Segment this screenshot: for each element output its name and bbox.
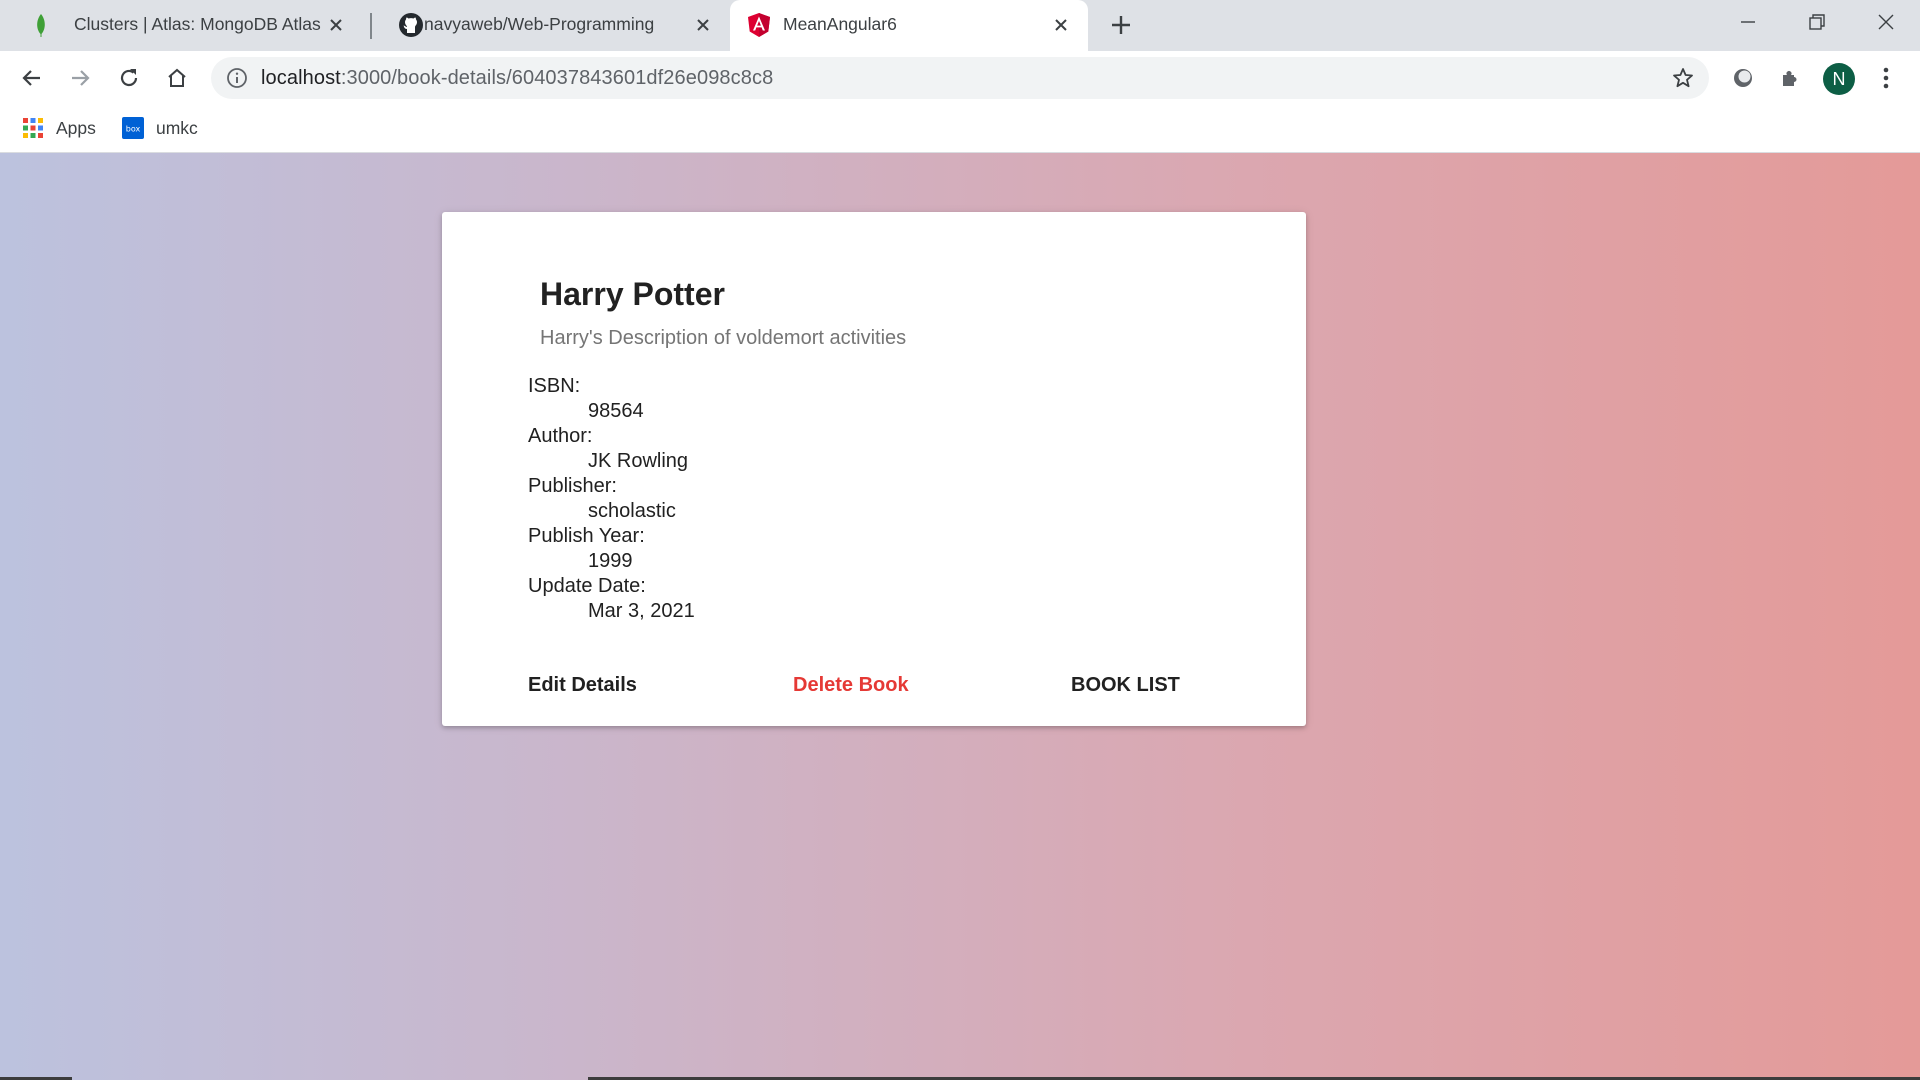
page-background: Harry Potter Harry's Description of vold… — [0, 153, 1920, 1080]
book-title: Harry Potter — [540, 276, 725, 312]
new-tab-button[interactable] — [1106, 10, 1136, 40]
edit-details-button[interactable]: Edit Details — [528, 674, 637, 697]
close-window-button[interactable] — [1851, 0, 1920, 44]
menu-icon[interactable] — [1872, 64, 1900, 92]
publisher-label: Publisher: — [528, 475, 617, 497]
url-host: localhost — [261, 67, 341, 89]
minimize-button[interactable] — [1713, 0, 1783, 44]
publish-year-label: Publish Year: — [528, 525, 645, 547]
apps-grid-icon — [22, 117, 44, 139]
book-details-card: Harry Potter Harry's Description of vold… — [442, 212, 1306, 726]
svg-text:box: box — [126, 125, 141, 134]
url-text: localhost:3000/book-details/604037843601… — [261, 67, 773, 90]
publish-year-value: 1999 — [588, 550, 633, 572]
author-label: Author: — [528, 425, 593, 447]
restore-button[interactable] — [1782, 0, 1852, 44]
box-icon: box — [122, 117, 144, 139]
tab-title: MeanAngular6 — [783, 14, 897, 34]
address-bar[interactable]: localhost:3000/book-details/604037843601… — [211, 57, 1709, 99]
reload-button[interactable] — [112, 61, 146, 95]
bookmarks-bar: Apps box umkc — [0, 105, 1920, 153]
tab-github[interactable]: navyaweb/Web-Programming — [378, 0, 730, 51]
forward-button[interactable] — [63, 61, 97, 95]
publisher-value: scholastic — [588, 500, 676, 522]
tab-separator — [370, 13, 372, 39]
update-date-value: Mar 3, 2021 — [588, 600, 695, 622]
bookmark-label: Apps — [56, 117, 96, 138]
url-path: :3000/book-details/604037843601df26e098c… — [340, 67, 774, 89]
angular-icon — [746, 12, 772, 38]
tab-meanangular6[interactable]: MeanAngular6 — [730, 0, 1088, 51]
puzzle-icon[interactable] — [1777, 64, 1805, 92]
author-value: JK Rowling — [588, 450, 689, 472]
tab-mongodb-atlas[interactable]: Clusters | Atlas: MongoDB Atlas — [8, 0, 363, 51]
delete-book-button[interactable]: Delete Book — [793, 674, 909, 697]
close-icon[interactable] — [323, 12, 349, 38]
isbn-label: ISBN: — [528, 375, 581, 397]
book-description: Harry's Description of voldemort activit… — [540, 327, 907, 349]
bookmark-label: umkc — [156, 117, 198, 138]
bookmark-apps[interactable]: Apps — [22, 115, 96, 141]
bookmark-umkc[interactable]: box umkc — [122, 115, 198, 141]
tab-strip: Clusters | Atlas: MongoDB Atlas navyaweb… — [0, 0, 1920, 51]
info-icon[interactable] — [225, 66, 249, 90]
home-button[interactable] — [160, 61, 194, 95]
forward-arrow-icon — [72, 70, 90, 86]
back-arrow-icon — [22, 70, 40, 86]
back-button[interactable] — [15, 61, 49, 95]
bookmark-star-icon[interactable] — [1671, 66, 1695, 90]
mongodb-leaf-icon — [28, 12, 54, 38]
close-icon[interactable] — [690, 12, 716, 38]
isbn-value: 98564 — [588, 400, 644, 422]
extension-icon[interactable] — [1729, 64, 1757, 92]
github-icon — [398, 12, 424, 38]
reload-icon — [120, 69, 138, 87]
book-details-list: ISBN: 98564 Author: JK Rowling Publisher… — [528, 374, 695, 624]
tab-title: navyaweb/Web-Programming — [424, 14, 655, 34]
book-list-button[interactable]: BOOK LIST — [1071, 674, 1180, 697]
profile-avatar[interactable]: N — [1823, 63, 1855, 95]
close-icon[interactable] — [1048, 12, 1074, 38]
tab-title: Clusters | Atlas: MongoDB Atlas — [74, 14, 321, 34]
update-date-label: Update Date: — [528, 575, 646, 597]
home-icon — [168, 68, 186, 87]
browser-toolbar: localhost:3000/book-details/604037843601… — [0, 51, 1920, 105]
